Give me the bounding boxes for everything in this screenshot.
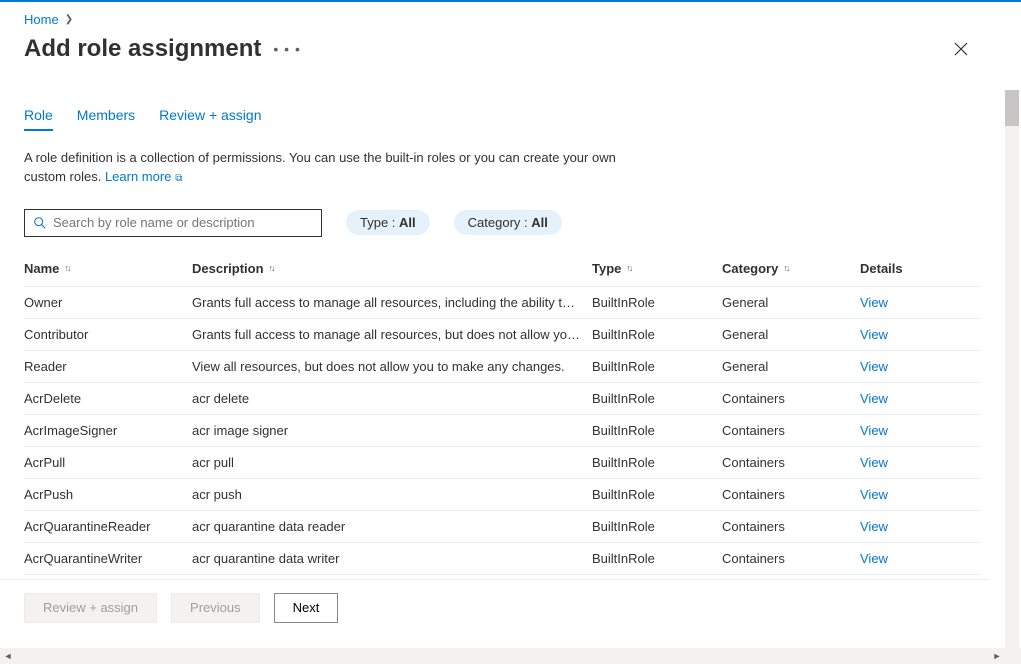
cell-category: Containers xyxy=(722,423,860,438)
table-row[interactable]: ReaderView all resources, but does not a… xyxy=(24,351,981,383)
search-input-container[interactable] xyxy=(24,209,322,237)
chevron-right-icon: ❯ xyxy=(65,14,73,25)
view-link[interactable]: View xyxy=(860,327,888,342)
tab-role[interactable]: Role xyxy=(24,101,53,131)
view-link[interactable]: View xyxy=(860,519,888,534)
cell-name: AcrPush xyxy=(24,487,192,502)
col-details: Details xyxy=(860,261,960,276)
cell-category: Containers xyxy=(722,487,860,502)
cell-name: AcrPull xyxy=(24,455,192,470)
cell-type: BuiltInRole xyxy=(592,423,722,438)
cell-type: BuiltInRole xyxy=(592,487,722,502)
cell-category: General xyxy=(722,295,860,310)
view-link[interactable]: View xyxy=(860,487,888,502)
col-name[interactable]: Name↑↓ xyxy=(24,261,192,276)
table-row[interactable]: AcrPullacr pullBuiltInRoleContainersView xyxy=(24,447,981,479)
cell-description: Grants full access to manage all resourc… xyxy=(192,327,592,342)
sort-icon: ↑↓ xyxy=(269,263,274,273)
table-row[interactable]: AcrImageSigneracr image signerBuiltInRol… xyxy=(24,415,981,447)
page-title: Add role assignment xyxy=(24,35,261,63)
cell-description: View all resources, but does not allow y… xyxy=(192,359,592,374)
external-link-icon: ⧉ xyxy=(171,173,182,184)
sort-icon: ↑↓ xyxy=(626,263,631,273)
cell-category: General xyxy=(722,359,860,374)
vertical-scrollbar[interactable] xyxy=(1005,90,1019,648)
cell-description: acr quarantine data writer xyxy=(192,551,592,566)
scroll-right-icon[interactable]: ► xyxy=(989,651,1005,661)
search-icon xyxy=(33,216,47,230)
col-description[interactable]: Description↑↓ xyxy=(192,261,592,276)
cell-description: acr pull xyxy=(192,455,592,470)
cell-type: BuiltInRole xyxy=(592,327,722,342)
cell-name: Reader xyxy=(24,359,192,374)
footer-bar: Review + assign Previous Next xyxy=(0,579,989,635)
cell-description: acr image signer xyxy=(192,423,592,438)
breadcrumb: Home ❯ xyxy=(24,12,981,27)
view-link[interactable]: View xyxy=(860,455,888,470)
cell-description: acr delete xyxy=(192,391,592,406)
tabs: Role Members Review + assign xyxy=(24,101,981,131)
cell-type: BuiltInRole xyxy=(592,551,722,566)
cell-type: BuiltInRole xyxy=(592,455,722,470)
roles-table: Name↑↓ Description↑↓ Type↑↓ Category↑↓ D… xyxy=(24,251,981,575)
cell-type: BuiltInRole xyxy=(592,519,722,534)
table-row[interactable]: AcrQuarantineReaderacr quarantine data r… xyxy=(24,511,981,543)
view-link[interactable]: View xyxy=(860,391,888,406)
scroll-left-icon[interactable]: ◄ xyxy=(0,651,16,661)
cell-name: Contributor xyxy=(24,327,192,342)
previous-button: Previous xyxy=(171,593,260,623)
cell-category: Containers xyxy=(722,551,860,566)
tab-review-assign[interactable]: Review + assign xyxy=(159,101,261,131)
table-row[interactable]: AcrQuarantineWriteracr quarantine data w… xyxy=(24,543,981,575)
cell-description: Grants full access to manage all resourc… xyxy=(192,295,592,310)
cell-category: Containers xyxy=(722,455,860,470)
breadcrumb-home[interactable]: Home xyxy=(24,12,59,27)
cell-type: BuiltInRole xyxy=(592,295,722,310)
cell-name: AcrQuarantineReader xyxy=(24,519,192,534)
horizontal-scrollbar[interactable]: ◄ ► xyxy=(0,648,1005,664)
description-text: A role definition is a collection of per… xyxy=(24,149,624,187)
view-link[interactable]: View xyxy=(860,295,888,310)
table-row[interactable]: OwnerGrants full access to manage all re… xyxy=(24,287,981,319)
col-category[interactable]: Category↑↓ xyxy=(722,261,860,276)
view-link[interactable]: View xyxy=(860,423,888,438)
table-row[interactable]: AcrPushacr pushBuiltInRoleContainersView xyxy=(24,479,981,511)
cell-category: Containers xyxy=(722,391,860,406)
more-dots-icon[interactable]: • • • xyxy=(273,41,300,57)
view-link[interactable]: View xyxy=(860,551,888,566)
tab-members[interactable]: Members xyxy=(77,101,135,131)
col-type[interactable]: Type↑↓ xyxy=(592,261,722,276)
sort-icon: ↑↓ xyxy=(64,263,69,273)
cell-description: acr quarantine data reader xyxy=(192,519,592,534)
table-row[interactable]: ContributorGrants full access to manage … xyxy=(24,319,981,351)
cell-description: acr push xyxy=(192,487,592,502)
search-input[interactable] xyxy=(47,215,313,230)
cell-name: AcrDelete xyxy=(24,391,192,406)
cell-name: Owner xyxy=(24,295,192,310)
view-link[interactable]: View xyxy=(860,359,888,374)
next-button[interactable]: Next xyxy=(274,593,339,623)
close-button[interactable] xyxy=(945,33,977,65)
sort-icon: ↑↓ xyxy=(783,263,788,273)
filter-category-pill[interactable]: Category : All xyxy=(454,210,562,235)
learn-more-link[interactable]: Learn more ⧉ xyxy=(105,169,182,184)
table-row[interactable]: AcrDeleteacr deleteBuiltInRoleContainers… xyxy=(24,383,981,415)
cell-category: General xyxy=(722,327,860,342)
cell-category: Containers xyxy=(722,519,860,534)
cell-name: AcrImageSigner xyxy=(24,423,192,438)
close-icon xyxy=(954,42,968,56)
cell-type: BuiltInRole xyxy=(592,359,722,374)
cell-type: BuiltInRole xyxy=(592,391,722,406)
cell-name: AcrQuarantineWriter xyxy=(24,551,192,566)
review-assign-button: Review + assign xyxy=(24,593,157,623)
filter-type-pill[interactable]: Type : All xyxy=(346,210,430,235)
